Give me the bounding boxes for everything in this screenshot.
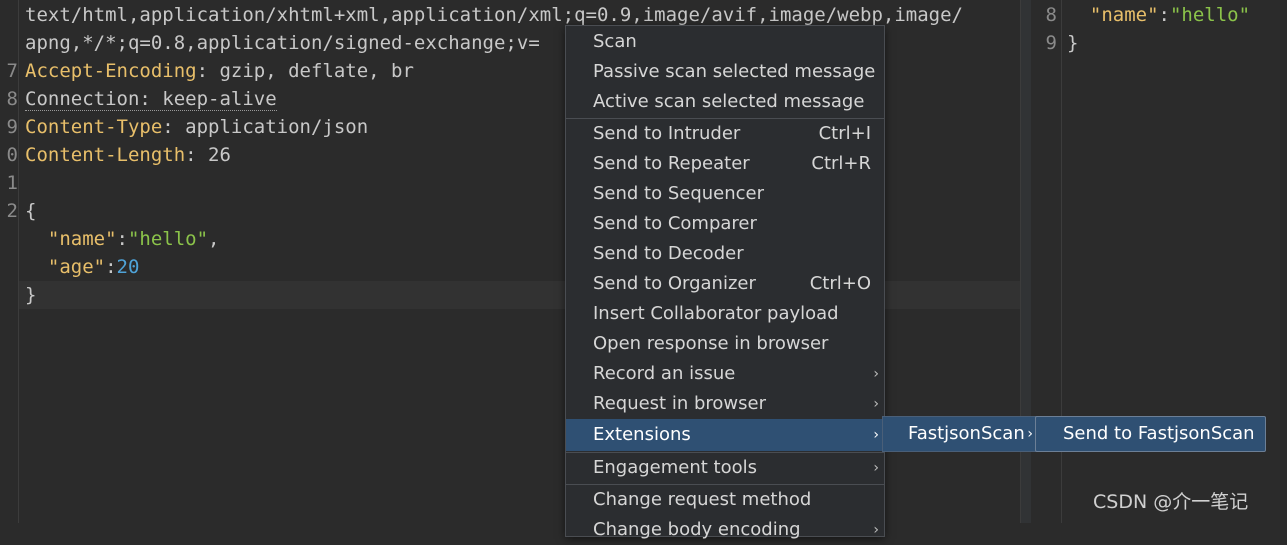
menu-item-label: Request in browser (593, 393, 766, 414)
menu-item-send-to-decoder[interactable]: Send to Decoder (566, 239, 884, 269)
code-token: apng,*/*;q=0.8,application/signed-exchan… (25, 32, 540, 54)
menu-item-label: Active scan selected message (593, 91, 865, 112)
chevron-right-icon: › (873, 427, 879, 443)
line-number: 8 (1045, 4, 1057, 26)
code-text: Accept-Encoding: gzip, deflate, br (25, 57, 414, 85)
menu-item-change-request-method[interactable]: Change request method (566, 485, 884, 515)
extensions-submenu: FastjsonScan › (882, 416, 1037, 452)
code-token: { (25, 200, 37, 222)
code-text: apng,*/*;q=0.8,application/signed-exchan… (25, 29, 540, 57)
code-token: "name" (25, 228, 117, 250)
menu-item-shortcut: Ctrl+I (818, 123, 871, 144)
code-text: Content-Type: application/json (25, 113, 368, 141)
code-token: Content-Length (25, 144, 186, 166)
menu-item-open-response-in-browser[interactable]: Open response in browser (566, 329, 884, 359)
code-token: : gzip, deflate, br (196, 60, 414, 82)
code-token: } (1067, 32, 1079, 54)
menu-item-label: Send to Sequencer (593, 183, 765, 204)
code-text: } (1067, 29, 1078, 57)
code-text: Content-Length: 26 (25, 141, 231, 169)
code-token: Content-Type (25, 116, 163, 138)
code-token: : application/json (162, 116, 369, 138)
menu-item-send-to-organizer[interactable]: Send to Organizer Ctrl+O (566, 269, 884, 299)
menu-item-label: Record an issue (593, 363, 736, 384)
menu-item-send-to-repeater[interactable]: Send to Repeater Ctrl+R (566, 149, 884, 179)
menu-item-label: Passive scan selected message (593, 61, 876, 82)
code-text: } (25, 281, 36, 309)
line-number: 9 (6, 116, 18, 138)
menu-item-shortcut: Ctrl+O (809, 273, 871, 294)
menu-item-label: Open response in browser (593, 333, 829, 354)
fastjsonscan-submenu: Send to FastjsonScan (1035, 416, 1266, 452)
menu-item-label: Change body encoding (593, 519, 801, 540)
menu-item-engagement-tools[interactable]: Engagement tools › (566, 453, 884, 483)
chevron-right-icon: › (873, 366, 879, 382)
menu-item-label: Send to Intruder (593, 123, 741, 144)
menu-item-label: Send to FastjsonScan (1063, 423, 1255, 444)
menu-item-label: Extensions (593, 424, 691, 445)
menu-item-active-scan-selected-message[interactable]: Active scan selected message (566, 87, 884, 117)
code-token: Accept-Encoding (25, 60, 197, 82)
menu-item-fastjsonscan[interactable]: FastjsonScan › (883, 417, 1036, 451)
menu-item-label: Send to Repeater (593, 153, 750, 174)
code-text: "age":20 (25, 253, 140, 281)
menu-item-label: FastjsonScan (908, 423, 1025, 444)
line-number: 7 (6, 60, 18, 82)
menu-item-send-to-comparer[interactable]: Send to Comparer (566, 209, 884, 239)
menu-item-send-to-sequencer[interactable]: Send to Sequencer (566, 179, 884, 209)
code-token: "hello" (1169, 4, 1251, 26)
code-text: Connection: keep-alive (25, 85, 277, 113)
menu-item-scan[interactable]: Scan (566, 27, 884, 57)
code-token: Connection: keep-alive (25, 88, 277, 111)
code-token: } (25, 284, 37, 306)
menu-item-label: Insert Collaborator payload (593, 303, 839, 324)
code-token: "age" (25, 256, 106, 278)
menu-item-insert-collaborator-payload[interactable]: Insert Collaborator payload (566, 299, 884, 329)
code-token: : (105, 256, 117, 278)
chevron-right-icon: › (873, 396, 879, 412)
code-token: text/html,application/xhtml+xml,applicat… (25, 4, 963, 26)
menu-item-label: Send to Decoder (593, 243, 744, 264)
menu-item-record-an-issue[interactable]: Record an issue › (566, 359, 884, 389)
line-number: 8 (6, 88, 18, 110)
code-text: "name":"hello", (25, 225, 220, 253)
menu-item-send-to-intruder[interactable]: Send to Intruder Ctrl+I (566, 119, 884, 149)
line-number: 1 (6, 172, 18, 194)
menu-item-shortcut: Ctrl+R (811, 153, 871, 174)
code-token: "name" (1067, 4, 1159, 26)
line-number: 2 (6, 200, 18, 222)
menu-item-label: Send to Organizer (593, 273, 756, 294)
menu-item-send-to-fastjsonscan[interactable]: Send to FastjsonScan (1036, 417, 1265, 451)
code-token: "hello" (127, 228, 209, 250)
menu-item-label: Send to Comparer (593, 213, 757, 234)
chevron-right-icon: › (873, 522, 879, 538)
code-text: { (25, 197, 36, 225)
chevron-right-icon: › (873, 460, 879, 476)
watermark: CSDN @介一笔记 (1093, 491, 1249, 513)
context-menu: Scan Passive scan selected message Active … (565, 25, 885, 540)
code-token: , (208, 228, 220, 250)
chevron-right-icon: › (1027, 426, 1033, 442)
menu-item-label: Change request method (593, 489, 812, 510)
menu-item-change-body-encoding[interactable]: Change body encoding › (566, 515, 884, 545)
menu-item-label: Scan (593, 31, 637, 52)
code-text: "name":"hello" (1067, 1, 1250, 29)
code-token: : 26 (185, 144, 231, 166)
menu-item-passive-scan-selected-message[interactable]: Passive scan selected message (566, 57, 884, 87)
code-token: : (1158, 4, 1170, 26)
code-token: : (116, 228, 128, 250)
code-token: 20 (116, 256, 140, 278)
line-number: 9 (1045, 32, 1057, 54)
menu-item-request-in-browser[interactable]: Request in browser › (566, 389, 884, 419)
line-number: 0 (6, 144, 18, 166)
menu-item-extensions[interactable]: Extensions › (566, 419, 884, 451)
menu-item-label: Engagement tools (593, 457, 757, 478)
